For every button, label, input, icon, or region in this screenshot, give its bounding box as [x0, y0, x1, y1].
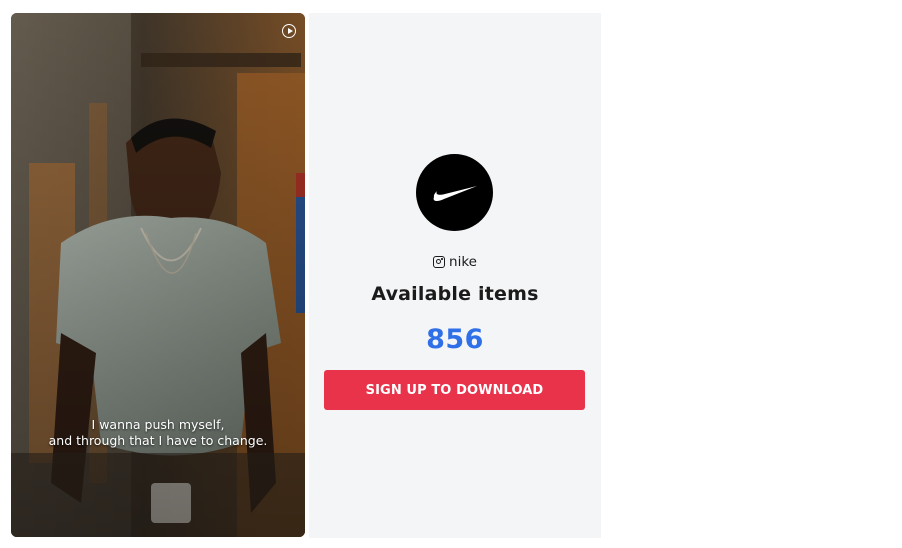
sign-up-to-download-button[interactable]: SIGN UP TO DOWNLOAD: [324, 370, 585, 410]
video-caption: I wanna push myself, and through that I …: [11, 417, 305, 449]
caption-line-1: I wanna push myself,: [91, 417, 225, 432]
handle-text: nike: [449, 254, 477, 270]
brand-logo: [416, 154, 493, 231]
profile-panel: nike Available items 856 SIGN UP TO DOWN…: [309, 13, 601, 538]
video-scene-image: [11, 13, 305, 537]
nike-swoosh-icon: [433, 185, 477, 201]
profile-card: I wanna push myself, and through that I …: [11, 13, 601, 538]
account-handle[interactable]: nike: [309, 254, 601, 270]
items-count: 856: [426, 324, 484, 355]
instagram-icon: [433, 256, 446, 268]
available-items-heading: Available items: [371, 283, 539, 305]
video-thumbnail[interactable]: I wanna push myself, and through that I …: [11, 13, 305, 537]
play-circle-icon[interactable]: [282, 24, 296, 38]
caption-line-2: and through that I have to change.: [48, 433, 268, 448]
